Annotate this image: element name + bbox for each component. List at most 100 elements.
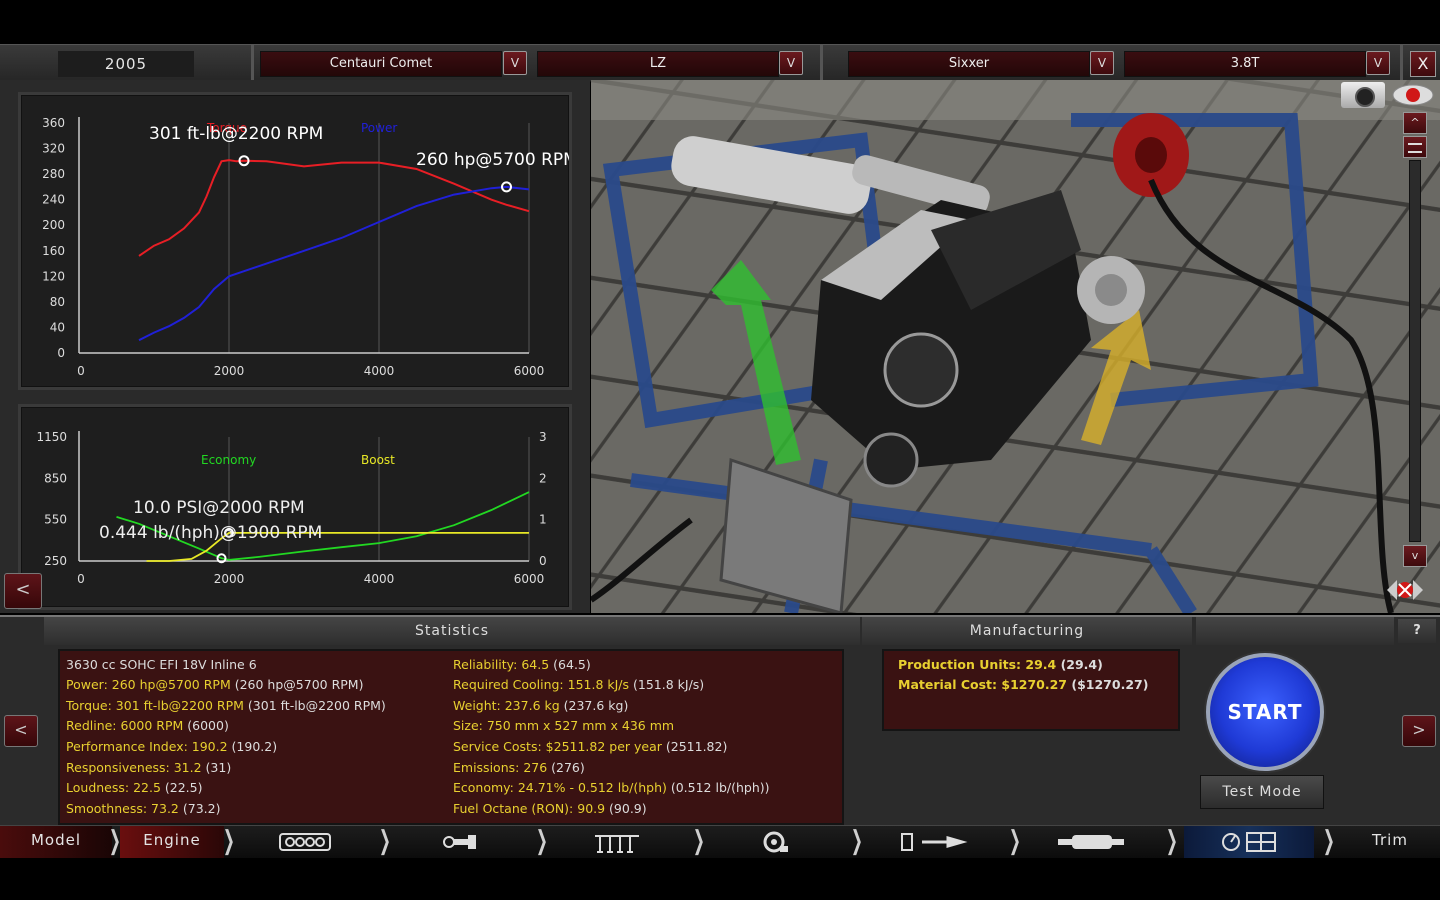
x-tick-label: 6000: [514, 364, 545, 378]
y-right-tick-label: 3: [539, 430, 547, 444]
stat-service-costs: Service Costs: $2511.82 per year (2511.8…: [453, 739, 728, 754]
y-tick-label: 40: [50, 320, 65, 334]
chevron-right-icon: ❯: [1165, 826, 1178, 856]
stat-loudness: Loudness: 22.5 (22.5): [66, 780, 203, 795]
chevron-right-icon: ❯: [535, 826, 548, 856]
tab-model[interactable]: Model: [0, 826, 112, 858]
y-right-tick-label: 0: [539, 554, 547, 568]
x-tick-label: 4000: [364, 572, 395, 586]
x-tick-label: 4000: [364, 364, 395, 378]
y-left-tick-label: 550: [44, 513, 67, 527]
divider: [251, 45, 254, 81]
tab-valvetrain[interactable]: [552, 826, 682, 858]
divider: [1400, 45, 1403, 81]
engine-variant-select[interactable]: 3.8T: [1124, 51, 1366, 77]
stat-power: Power: 260 hp@5700 RPM (260 hp@5700 RPM): [66, 677, 364, 692]
legend-power: Power: [361, 121, 397, 135]
gauge-icon: [1222, 832, 1276, 852]
stat-required-cooling: Required Cooling: 151.8 kJ/s (151.8 kJ/s…: [453, 677, 705, 692]
fuel-system-icon: [901, 833, 968, 851]
stat-economy: Economy: 24.71% - 0.512 lb/(hph) (0.512 …: [453, 780, 770, 795]
trim-select[interactable]: LZ: [537, 51, 779, 77]
peak-boost-label: 10.0 PSI@2000 RPM: [133, 498, 305, 518]
y-right-tick-label: 1: [539, 513, 547, 527]
tab-bar: Model ❯ Engine ❯ ❯ ❯ ❯ ❯ ❯ ❯ ❯ Trim: [0, 825, 1440, 858]
y-tick-label: 240: [42, 193, 65, 207]
chevron-right-icon: ❯: [1008, 826, 1021, 856]
tab-exhaust[interactable]: [1026, 826, 1156, 858]
statistics-header: Statistics: [44, 617, 860, 645]
top-selector-bar: 2005 Centauri Comet V LZ V Sixxer V 3.8T…: [0, 44, 1440, 82]
valvetrain-icon: [595, 835, 639, 853]
peak-power-label: 260 hp@5700 RPM: [416, 150, 569, 170]
chart-back-button[interactable]: <: [4, 573, 42, 609]
x-tick-label: 6000: [514, 572, 545, 586]
reset-view-icon[interactable]: [1383, 575, 1427, 605]
economy-boost-chart: 250 550 850 1150 0 1 2 3 0 2000 4000 6000 Economy Boo…: [18, 404, 572, 610]
next-page-button[interactable]: >: [1402, 715, 1436, 747]
chevron-right-icon: ❯: [378, 826, 391, 856]
stat-engine-desc: 3630 cc SOHC EFI 18V Inline 6: [66, 657, 257, 672]
power-torque-chart-svg: 040801201602002402803203600 2000 4000 6000T…: [42, 116, 578, 378]
stat-redline: Redline: 6000 RPM (6000): [66, 718, 229, 733]
manufacturing-header: Manufacturing: [862, 617, 1192, 645]
close-button[interactable]: X: [1410, 51, 1436, 77]
stat-emissions: Emissions: 276 (276): [453, 760, 585, 775]
chevron-right-icon: ❯: [850, 826, 863, 856]
eye-icon[interactable]: [1391, 82, 1435, 108]
stat-reliability: Reliability: 64.5 (64.5): [453, 657, 591, 672]
y-tick-label: 80: [50, 295, 65, 309]
y-left-tick-label: 850: [44, 471, 67, 485]
tab-engine-test[interactable]: [1184, 826, 1314, 858]
mfg-production-units: Production Units: 29.4 (29.4): [898, 657, 1103, 672]
divider: [820, 45, 823, 81]
economy-boost-chart-svg: 250 550 850 1150 0 1 2 3 0 2000 4000 6000 Economy Boo…: [36, 430, 547, 586]
engine-render: [591, 80, 1440, 613]
zoom-scrollbar[interactable]: [1409, 160, 1421, 542]
engine-variant-dropdown-button[interactable]: V: [1366, 51, 1390, 75]
stat-fuel-octane: Fuel Octane (RON): 90.9 (90.9): [453, 801, 647, 816]
stat-weight: Weight: 237.6 kg (237.6 kg): [453, 698, 629, 713]
chevron-right-icon: ❯: [692, 826, 705, 856]
model-dropdown-button[interactable]: V: [503, 51, 527, 75]
scroll-up-button[interactable]: ^: [1403, 112, 1427, 134]
stat-performance-index: Performance Index: 190.2 (190.2): [66, 739, 278, 754]
exhaust-icon: [1058, 835, 1124, 849]
camera-icon[interactable]: [1341, 82, 1385, 108]
y-tick-label: 280: [42, 167, 65, 181]
y-tick-label: 360: [42, 116, 65, 130]
scroll-down-button[interactable]: v: [1403, 545, 1427, 567]
help-button[interactable]: ?: [1398, 619, 1436, 643]
tab-fuel-system[interactable]: [868, 826, 998, 858]
turbo-icon: [763, 831, 788, 853]
trim-dropdown-button[interactable]: V: [779, 51, 803, 75]
start-button[interactable]: START: [1206, 653, 1324, 771]
y-tick-label: 200: [42, 218, 65, 232]
engine-family-select[interactable]: Sixxer: [848, 51, 1090, 77]
manufacturing-box: Production Units: 29.4 (29.4) Material C…: [882, 649, 1180, 731]
stat-responsiveness: Responsiveness: 31.2 (31): [66, 760, 232, 775]
engine-family-dropdown-button[interactable]: V: [1090, 51, 1114, 75]
y-tick-label: 160: [42, 244, 65, 258]
prev-page-button[interactable]: <: [4, 715, 38, 747]
model-select[interactable]: Centauri Comet: [260, 51, 502, 77]
peak-torque-label: 301 ft-lb@2200 RPM: [149, 124, 323, 144]
tab-trim[interactable]: Trim: [1340, 826, 1440, 858]
stat-smoothness: Smoothness: 73.2 (73.2): [66, 801, 221, 816]
engine-3d-viewport[interactable]: ^ v: [591, 80, 1440, 613]
tab-engine-block[interactable]: [240, 826, 370, 858]
bottom-panel: Statistics Manufacturing ? 3630 cc SOHC …: [0, 615, 1440, 827]
y-left-tick-label: 250: [44, 554, 67, 568]
statistics-box: 3630 cc SOHC EFI 18V Inline 6 Power: 260…: [58, 649, 844, 825]
tab-bottom-end[interactable]: [396, 826, 526, 858]
legend-boost: Boost: [361, 453, 395, 467]
tab-turbo[interactable]: [710, 826, 840, 858]
tab-engine[interactable]: Engine: [120, 826, 224, 858]
mfg-material-cost: Material Cost: $1270.27 ($1270.27): [898, 677, 1149, 692]
header-filler: [1196, 617, 1394, 645]
zoom-slider-handle[interactable]: [1403, 136, 1427, 158]
test-mode-button[interactable]: Test Mode: [1200, 775, 1324, 809]
x-tick-label: 0: [77, 572, 85, 586]
y-tick-label: 320: [42, 142, 65, 156]
power-torque-chart: 0 40 80 120 160 200 240 280 320 360 0 2000 4000 6000 T…: [18, 92, 578, 390]
